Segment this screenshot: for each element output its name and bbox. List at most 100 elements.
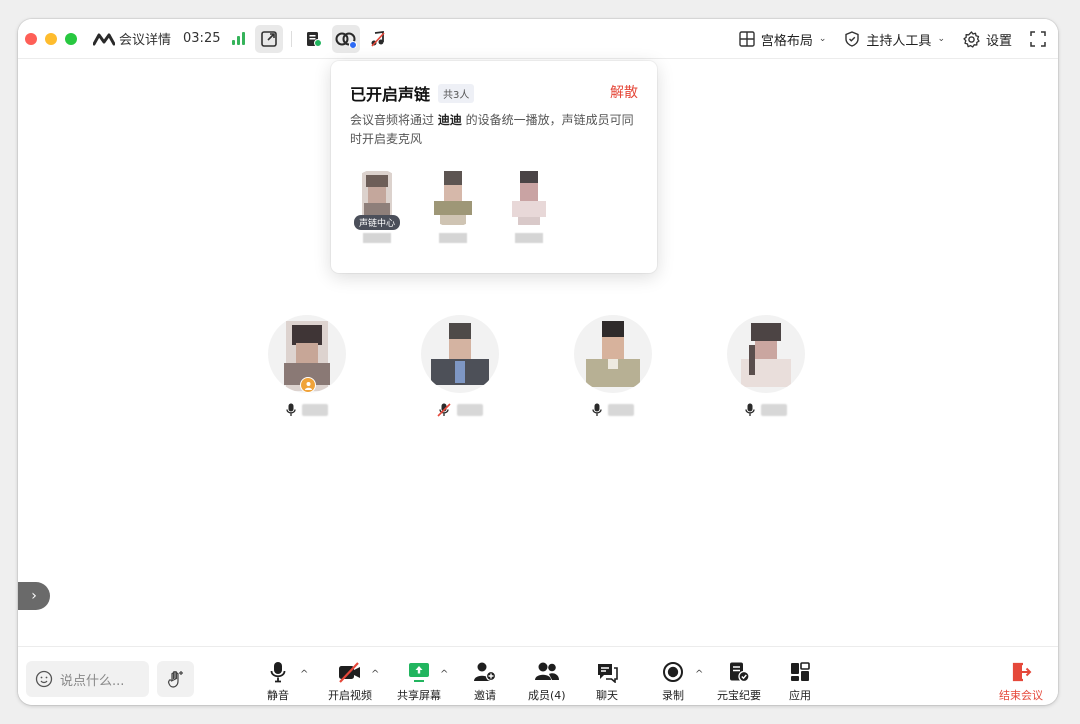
participant-name-blurred <box>608 404 634 416</box>
quick-chat-input[interactable]: 说点什么... <box>26 661 149 697</box>
participant-name-row <box>745 403 787 417</box>
participant-name-row <box>437 403 483 417</box>
minimize-window-button[interactable] <box>45 32 57 45</box>
add-user-icon <box>474 662 497 682</box>
share-screen-button[interactable]: 共享屏幕 <box>397 661 441 703</box>
avatar <box>421 315 499 393</box>
chat-button[interactable]: 聊天 <box>596 661 618 703</box>
mute-label: 静音 <box>267 689 289 702</box>
grid-layout-icon <box>739 31 755 47</box>
window-controls <box>25 32 77 45</box>
apps-label: 应用 <box>789 689 811 702</box>
participant-name-blurred <box>457 404 483 416</box>
participant-name-row <box>286 403 328 417</box>
right-toolbar: 宫格布局 ⌄ 主持人工具 ⌄ 设置 <box>739 19 1046 59</box>
sound-chain-popover: 已开启声链 共3人 解散 会议音频将通过 迪迪 的设备统一播放，声链成员可同时开… <box>331 61 657 273</box>
video-options-chevron-icon[interactable]: ^ <box>371 669 379 680</box>
layout-dropdown[interactable]: 宫格布局 ⌄ <box>739 30 827 49</box>
chevron-down-icon: ⌄ <box>818 34 827 44</box>
meeting-detail-label: 会议详情 <box>119 33 172 48</box>
start-video-button[interactable]: 开启视频 <box>328 661 372 703</box>
avatar <box>727 315 805 393</box>
popover-description: 会议音频将通过 迪迪 的设备统一播放，声链成员可同时开启麦克风 <box>350 111 640 149</box>
chat-icon <box>598 664 618 683</box>
member-count-badge: 共3人 <box>438 83 475 103</box>
share-screen-label: 共享屏幕 <box>397 689 441 702</box>
record-button[interactable]: 录制 <box>662 661 684 703</box>
mute-button[interactable]: 静音 <box>267 661 289 703</box>
desc-prefix: 会议音频将通过 <box>350 113 438 127</box>
participant-name-row <box>592 403 634 417</box>
tencent-meeting-logo-icon <box>93 33 115 45</box>
apps-button[interactable]: 应用 <box>789 661 811 703</box>
record-options-chevron-icon[interactable]: ^ <box>695 669 703 680</box>
invite-button[interactable]: 邀请 <box>473 661 497 703</box>
network-signal-icon[interactable] <box>232 32 246 45</box>
participant-tile[interactable] <box>268 315 346 417</box>
chat-label: 聊天 <box>596 689 618 702</box>
toolbar-divider <box>291 30 293 47</box>
close-window-button[interactable] <box>25 32 37 45</box>
participant-tile[interactable] <box>421 315 499 417</box>
expand-sidebar-button[interactable]: › <box>18 582 50 610</box>
settings-button[interactable]: 设置 <box>963 30 1012 49</box>
gear-icon <box>963 30 980 48</box>
chain-member[interactable] <box>498 169 560 243</box>
raise-hand-icon <box>167 671 183 688</box>
meeting-window: 会议详情 03:25 宫格布局 ⌄ 主持人工具 ⌄ 设置 已开启声链 共3人 解… <box>18 19 1058 705</box>
avatar <box>500 169 558 227</box>
yuanbao-minutes-label: 元宝纪要 <box>717 689 761 702</box>
mic-icon <box>745 403 755 416</box>
participant-tile[interactable] <box>727 315 805 417</box>
dismiss-button[interactable]: 解散 <box>610 82 638 102</box>
end-meeting-button[interactable]: 结束会议 <box>999 661 1043 703</box>
mic-icon <box>592 403 602 416</box>
chevron-down-icon: ⌄ <box>937 34 945 44</box>
raise-hand-button[interactable] <box>157 661 194 697</box>
chain-member[interactable] <box>422 169 484 243</box>
music-mode-icon[interactable] <box>364 25 392 53</box>
yuanbao-minutes-button[interactable]: 元宝纪要 <box>717 661 761 703</box>
fullscreen-icon <box>1030 31 1046 47</box>
zoom-window-button[interactable] <box>65 32 77 45</box>
mic-icon <box>286 403 296 416</box>
chain-member[interactable]: 声链中心 <box>346 169 408 243</box>
members-button[interactable]: 成员(4) <box>528 661 566 703</box>
chevron-right-icon: › <box>31 588 37 604</box>
mute-options-chevron-icon[interactable]: ^ <box>300 669 308 680</box>
member-name-blurred <box>439 233 467 243</box>
share-link-icon[interactable] <box>255 24 284 53</box>
participant-name-blurred <box>302 404 328 416</box>
record-label: 录制 <box>662 689 684 702</box>
popover-header: 已开启声链 共3人 <box>350 81 475 105</box>
member-name-blurred <box>363 233 391 243</box>
shield-icon <box>845 31 860 47</box>
share-options-chevron-icon[interactable]: ^ <box>440 669 448 680</box>
ai-minutes-icon <box>730 662 750 683</box>
title-bar: 会议详情 03:25 宫格布局 ⌄ 主持人工具 ⌄ 设置 <box>18 19 1058 59</box>
apps-grid-icon <box>791 662 810 681</box>
chat-placeholder: 说点什么... <box>60 673 125 689</box>
participant-tile[interactable] <box>574 315 652 417</box>
mic-icon <box>270 662 286 683</box>
popover-title: 已开启声链 <box>350 85 431 104</box>
exit-icon <box>1012 662 1032 682</box>
fullscreen-button[interactable] <box>1030 31 1046 47</box>
bottom-toolbar: 说点什么... 静音 ^ 开启视频 ^ 共享屏幕 ^ 邀请 成员(4) 聊天 录… <box>18 646 1058 705</box>
participant-name-blurred <box>761 404 787 416</box>
end-meeting-label: 结束会议 <box>999 689 1043 702</box>
emoji-icon <box>35 670 53 688</box>
avatar <box>574 315 652 393</box>
layout-label: 宫格布局 <box>760 33 813 49</box>
member-name-blurred <box>515 233 543 243</box>
chain-center-badge: 声链中心 <box>353 215 401 230</box>
meeting-detail-button[interactable]: 会议详情 <box>93 29 171 48</box>
share-screen-icon <box>409 663 429 682</box>
record-icon <box>663 662 683 682</box>
minutes-icon[interactable] <box>300 25 328 53</box>
sound-chain-icon[interactable] <box>332 24 361 53</box>
host-tools-dropdown[interactable]: 主持人工具 ⌄ <box>844 30 945 49</box>
video-off-icon <box>339 662 360 683</box>
chain-member-list: 声链中心 <box>346 169 560 243</box>
host-tools-label: 主持人工具 <box>866 33 932 49</box>
